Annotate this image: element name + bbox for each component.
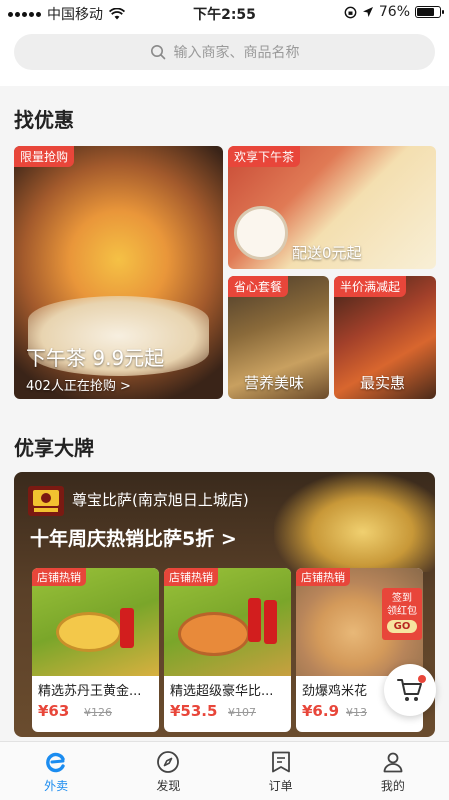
product-old-price: ¥126 bbox=[84, 706, 112, 719]
cart-button[interactable] bbox=[384, 664, 436, 716]
status-bar: 中国移动 下午2:55 76% bbox=[0, 0, 449, 26]
tab-label: 外卖 bbox=[44, 779, 69, 793]
afternoon-tea-card[interactable]: 欢享下午茶 配送0元起 bbox=[228, 146, 436, 269]
tab-label: 订单 bbox=[268, 779, 293, 793]
tab-takeout[interactable]: 外卖 bbox=[0, 742, 112, 800]
compass-icon bbox=[157, 751, 180, 773]
search-placeholder: 输入商家、商品名称 bbox=[173, 45, 300, 61]
battery-icon bbox=[415, 6, 444, 18]
product-name: 精选超级豪华比... bbox=[170, 684, 274, 699]
order-list-icon bbox=[271, 751, 290, 773]
product-card[interactable]: 店铺热销 精选超级豪华比... ¥53.5 ¥107 bbox=[164, 568, 291, 732]
product-price: ¥6.9 bbox=[302, 702, 340, 720]
half-price-card[interactable]: 半价满减起 最实惠 bbox=[334, 276, 436, 399]
half-price-tag: 半价满减起 bbox=[334, 276, 407, 297]
tab-discover[interactable]: 发现 bbox=[112, 742, 224, 800]
product-tag: 店铺热销 bbox=[32, 568, 86, 586]
flash-sale-subline: 402人正在抢购 > bbox=[26, 379, 131, 394]
drink-cup-image bbox=[234, 206, 288, 260]
product-price: ¥63 bbox=[38, 702, 70, 720]
sign-in-label: 签到 bbox=[392, 593, 412, 604]
tab-me[interactable]: 我的 bbox=[337, 742, 449, 800]
location-arrow-icon bbox=[362, 7, 373, 17]
flash-sale-card[interactable]: 限量抢购 下午茶 9.9元起 402人正在抢购 > bbox=[14, 146, 223, 399]
combo-meal-text: 营养美味 bbox=[244, 374, 305, 392]
battery-fill bbox=[417, 8, 434, 16]
afternoon-tea-tag: 欢享下午茶 bbox=[228, 146, 301, 167]
product-card[interactable]: 店铺热销 精选苏丹王黄金... ¥63 ¥126 bbox=[32, 568, 159, 732]
go-button[interactable]: GO bbox=[387, 620, 417, 633]
sign-in-red-packet-badge[interactable]: 签到 领红包 GO bbox=[382, 588, 422, 640]
brand-store-card[interactable]: 尊宝比萨(南京旭日上城店) 十年周庆热销比萨5折 > 店铺热销 精选苏丹王黄金.… bbox=[14, 472, 435, 737]
store-logo bbox=[28, 486, 64, 516]
brands-section-title: 优享大牌 bbox=[14, 436, 94, 460]
battery-percent: 76% bbox=[378, 4, 410, 20]
half-price-text: 最实惠 bbox=[360, 374, 406, 392]
red-packet-label: 领红包 bbox=[387, 606, 417, 617]
product-name: 精选苏丹王黄金... bbox=[38, 684, 142, 699]
user-icon bbox=[383, 752, 403, 773]
search-area: 输入商家、商品名称 bbox=[0, 26, 449, 86]
tab-bar: 外卖 发现 订单 我的 bbox=[0, 741, 449, 800]
product-old-price: ¥107 bbox=[228, 706, 256, 719]
combo-meal-card[interactable]: 省心套餐 营养美味 bbox=[228, 276, 329, 399]
search-input[interactable]: 输入商家、商品名称 bbox=[14, 34, 435, 70]
product-tag: 店铺热销 bbox=[164, 568, 218, 586]
tab-label: 我的 bbox=[380, 779, 405, 793]
product-price: ¥53.5 bbox=[170, 702, 218, 720]
tab-orders[interactable]: 订单 bbox=[225, 742, 337, 800]
tab-label: 发现 bbox=[156, 779, 181, 793]
orientation-lock-icon bbox=[344, 6, 357, 18]
combo-meal-tag: 省心套餐 bbox=[228, 276, 289, 297]
cart-badge-dot bbox=[418, 675, 426, 683]
flash-sale-headline: 下午茶 9.9元起 bbox=[26, 346, 165, 370]
product-old-price: ¥13 bbox=[346, 706, 367, 719]
store-promo[interactable]: 十年周庆热销比萨5折 > bbox=[30, 524, 237, 551]
store-name: 尊宝比萨(南京旭日上城店) bbox=[72, 491, 249, 509]
product-tag: 店铺热销 bbox=[296, 568, 350, 586]
search-icon bbox=[150, 45, 165, 60]
afternoon-tea-text: 配送0元起 bbox=[292, 244, 362, 262]
status-right: 76% bbox=[344, 4, 444, 20]
deals-section-title: 找优惠 bbox=[14, 108, 74, 132]
pizza-image bbox=[274, 472, 435, 572]
takeout-e-icon bbox=[46, 752, 65, 773]
flash-sale-tag: 限量抢购 bbox=[14, 146, 75, 167]
